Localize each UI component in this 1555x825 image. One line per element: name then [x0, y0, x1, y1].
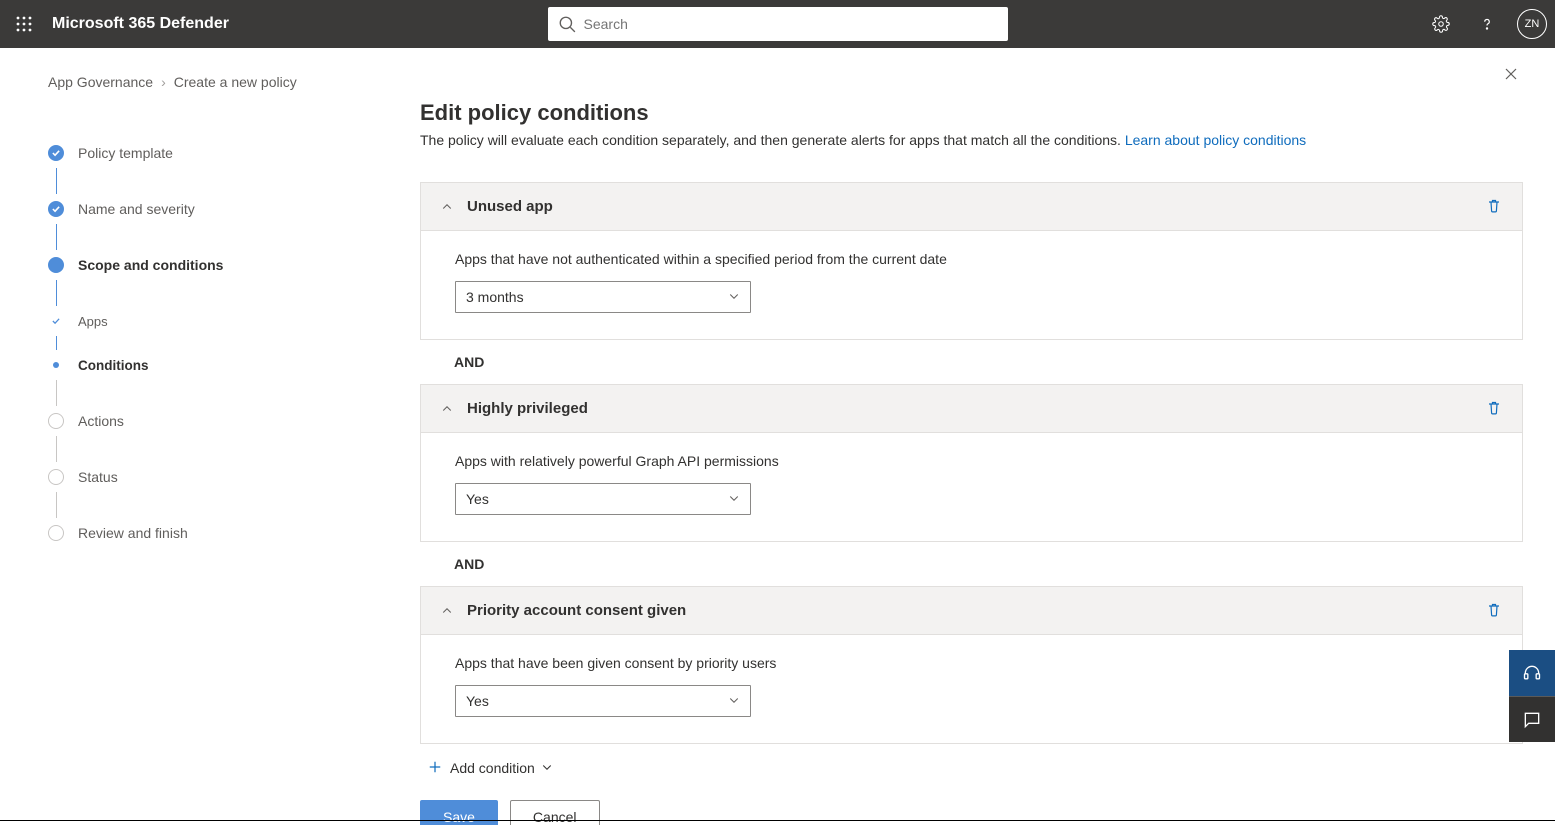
condition-desc: Apps that have been given consent by pri…: [455, 655, 1488, 671]
app-launcher-button[interactable]: [8, 8, 40, 40]
headset-icon: [1522, 663, 1542, 683]
condition-header[interactable]: Highly privileged: [421, 385, 1522, 433]
chat-icon: [1522, 710, 1542, 730]
condition-value-dropdown[interactable]: Yes: [455, 685, 751, 717]
chevron-right-icon: ›: [161, 74, 166, 90]
wizard-step-label: Status: [78, 469, 118, 485]
condition-card: Highly privileged Apps with relatively p…: [420, 384, 1523, 542]
wizard-step-label: Name and severity: [78, 201, 195, 217]
wizard-step-status[interactable]: Status: [48, 462, 420, 492]
wizard-step-policy-template[interactable]: Policy template: [48, 138, 420, 168]
breadcrumb-item[interactable]: App Governance: [48, 74, 153, 90]
breadcrumb-item: Create a new policy: [174, 74, 297, 90]
close-icon: [1503, 66, 1519, 82]
delete-condition-button[interactable]: [1486, 602, 1504, 620]
chevron-up-icon: [439, 199, 455, 215]
condition-desc: Apps that have not authenticated within …: [455, 251, 1488, 267]
avatar[interactable]: ZN: [1517, 9, 1547, 39]
bottom-border: [0, 820, 1555, 821]
condition-title: Unused app: [467, 198, 1486, 215]
wizard-steps: Policy template Name and severity Scope …: [48, 138, 420, 548]
feedback-widget[interactable]: [1509, 696, 1555, 742]
dropdown-value: 3 months: [466, 289, 524, 305]
cancel-button[interactable]: Cancel: [510, 800, 600, 825]
wizard-step-name-severity[interactable]: Name and severity: [48, 194, 420, 224]
condition-title: Priority account consent given: [467, 602, 1486, 619]
trash-icon: [1486, 400, 1502, 416]
save-button[interactable]: Save: [420, 800, 498, 825]
dropdown-value: Yes: [466, 693, 489, 709]
plus-icon: [428, 760, 444, 776]
add-condition-label: Add condition: [450, 760, 535, 776]
wizard-step-label: Conditions: [78, 358, 149, 373]
and-separator: AND: [420, 340, 1523, 384]
avatar-initials: ZN: [1525, 18, 1540, 30]
headset-widget[interactable]: [1509, 650, 1555, 696]
close-button[interactable]: [1503, 66, 1519, 85]
chevron-up-icon: [439, 603, 455, 619]
search-input[interactable]: [548, 7, 1008, 41]
search-icon: [558, 15, 576, 36]
wizard-step-label: Apps: [78, 314, 108, 329]
check-icon: [51, 204, 61, 214]
search-wrap: [548, 7, 1008, 41]
condition-card: Unused app Apps that have not authentica…: [420, 182, 1523, 340]
breadcrumb: App Governance › Create a new policy: [48, 74, 420, 90]
learn-link[interactable]: Learn about policy conditions: [1125, 132, 1306, 148]
chevron-down-icon: [728, 491, 740, 507]
help-button[interactable]: [1471, 8, 1503, 40]
condition-value-dropdown[interactable]: Yes: [455, 483, 751, 515]
gear-icon: [1432, 15, 1450, 33]
wizard-step-label: Review and finish: [78, 525, 188, 541]
and-separator: AND: [420, 542, 1523, 586]
panel-subtitle: The policy will evaluate each condition …: [420, 132, 1523, 148]
delete-condition-button[interactable]: [1486, 198, 1504, 216]
left-column: App Governance › Create a new policy Pol…: [0, 48, 420, 825]
settings-button[interactable]: [1425, 8, 1457, 40]
chevron-up-icon: [439, 401, 455, 417]
chevron-down-icon: [728, 289, 740, 305]
condition-desc: Apps with relatively powerful Graph API …: [455, 453, 1488, 469]
dropdown-value: Yes: [466, 491, 489, 507]
wizard-step-actions[interactable]: Actions: [48, 406, 420, 436]
app-title: Microsoft 365 Defender: [52, 15, 229, 33]
condition-value-dropdown[interactable]: 3 months: [455, 281, 751, 313]
topbar: Microsoft 365 Defender ZN: [0, 0, 1555, 48]
panel-title: Edit policy conditions: [420, 100, 1523, 126]
wizard-step-scope-conditions[interactable]: Scope and conditions: [48, 250, 420, 280]
check-icon: [51, 148, 61, 158]
check-icon: [51, 316, 61, 326]
delete-condition-button[interactable]: [1486, 400, 1504, 418]
wizard-step-review[interactable]: Review and finish: [48, 518, 420, 548]
wizard-step-label: Actions: [78, 413, 124, 429]
flyout-panel: Edit policy conditions The policy will e…: [420, 48, 1555, 825]
wizard-step-label: Policy template: [78, 145, 173, 161]
wizard-substep-conditions[interactable]: Conditions: [48, 350, 420, 380]
wizard-step-label: Scope and conditions: [78, 257, 223, 273]
wizard-substep-apps[interactable]: Apps: [48, 306, 420, 336]
waffle-icon: [16, 16, 32, 32]
condition-card: Priority account consent given Apps that…: [420, 586, 1523, 744]
condition-title: Highly privileged: [467, 400, 1486, 417]
trash-icon: [1486, 198, 1502, 214]
condition-header[interactable]: Unused app: [421, 183, 1522, 231]
condition-header[interactable]: Priority account consent given: [421, 587, 1522, 635]
add-condition-button[interactable]: Add condition: [420, 744, 1523, 776]
side-widgets: [1509, 650, 1555, 742]
chevron-down-icon: [728, 693, 740, 709]
question-icon: [1478, 15, 1496, 33]
trash-icon: [1486, 602, 1502, 618]
chevron-down-icon: [541, 760, 553, 776]
